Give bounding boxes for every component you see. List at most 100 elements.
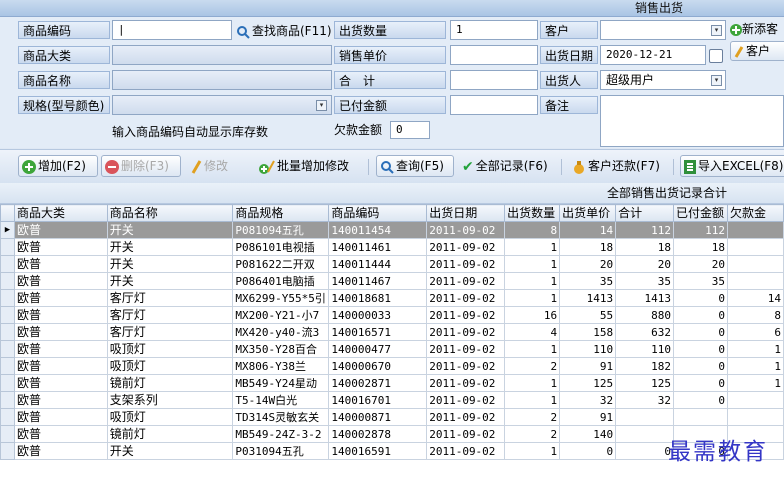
column-header[interactable]: 商品大类 <box>13 204 108 222</box>
row-indicator[interactable] <box>0 442 15 460</box>
column-header[interactable]: 合计 <box>615 204 674 222</box>
row-indicator[interactable] <box>0 340 15 358</box>
table-cell: 0 <box>672 357 728 375</box>
records-grid: 全部销售出货记录合计 商品大类 商品名称 商品规格 商品编码 出货日期 出货数量 出货单价合… <box>0 183 784 479</box>
toolbar-separator <box>561 159 562 175</box>
customer-select[interactable] <box>600 20 726 40</box>
row-indicator[interactable] <box>0 323 15 341</box>
column-header[interactable]: 商品编码 <box>328 204 428 222</box>
row-indicator[interactable] <box>0 408 15 426</box>
table-cell: 20 <box>559 255 617 273</box>
spec-dropdown-icon[interactable]: ▾ <box>316 100 327 111</box>
find-product-label: 查找商品(F11) <box>252 24 332 38</box>
table-row[interactable]: 欧普 开关 P081622二开双 140011444 2011-09-02 1 20 20 20 <box>0 255 784 273</box>
paid-input[interactable] <box>450 95 538 115</box>
table-cell: 2 <box>504 357 561 375</box>
search-icon <box>237 25 250 39</box>
table-cell <box>672 408 728 426</box>
batch-edit-button[interactable]: 批量增加修改 <box>255 155 367 177</box>
add-button[interactable]: 增加(F2) <box>18 155 98 177</box>
table-cell: 0 <box>559 442 617 460</box>
table-row[interactable]: 欧普 镜前灯 MB549-24Z-3-2 140002878 2011-09-02 2 14… <box>0 425 784 443</box>
column-header[interactable]: 欠款金 <box>726 204 784 222</box>
table-row[interactable]: 欧普 吸顶灯 MX806-Y38兰 140000670 2011-09-02 2 91 182… <box>0 357 784 375</box>
table-row[interactable]: 欧普 支架系列 T5-14W白光 140016701 2011-09-02 1 32 32 0 <box>0 391 784 409</box>
table-cell: 35 <box>672 272 728 290</box>
row-indicator[interactable] <box>0 357 15 375</box>
table-row[interactable]: 欧普 吸顶灯 TD314S灵敏玄关 140000871 2011-09-02 2 91 <box>0 408 784 426</box>
table-row[interactable]: 欧普 客厅灯 MX6299-Y55*5引 140018681 2011-09-02 1 14… <box>0 289 784 307</box>
column-header[interactable]: 商品规格 <box>232 204 330 222</box>
find-product-button[interactable]: 查找商品(F11) <box>236 22 332 40</box>
customer-button-label: 客户 <box>746 44 771 58</box>
row-indicator[interactable] <box>0 306 15 324</box>
table-cell: 2011-09-02 <box>426 272 506 290</box>
table-cell: MX6299-Y55*5引 <box>232 289 330 307</box>
table-row[interactable]: 欧普 客厅灯 MX200-Y21-小7 140000033 2011-09-02 16 55… <box>0 306 784 324</box>
table-cell: 1 <box>504 340 561 358</box>
column-header[interactable]: 已付金额 <box>672 204 728 222</box>
remark-label: 备注 <box>540 96 598 114</box>
unit-price-input[interactable] <box>450 45 538 65</box>
table-cell <box>726 221 784 239</box>
date-checkbox[interactable] <box>709 49 723 63</box>
table-cell: MX806-Y38兰 <box>232 357 330 375</box>
query-button[interactable]: 查询(F5) <box>376 155 454 177</box>
edit-button[interactable]: 修改 <box>186 155 246 177</box>
product-code-input[interactable]: | <box>112 20 232 40</box>
table-row[interactable]: 欧普 客厅灯 MX420-y40-流3 140016571 2011-09-02 4 158… <box>0 323 784 341</box>
table-cell: 1 <box>504 391 561 409</box>
category-field <box>112 45 332 65</box>
out-date-input[interactable]: 2020-12-21 <box>600 45 706 65</box>
table-cell: 2011-09-02 <box>426 323 506 341</box>
current-row-arrow-icon[interactable]: ▶ <box>0 221 15 239</box>
row-indicator[interactable] <box>0 238 15 256</box>
table-cell: 140 <box>559 425 617 443</box>
out-qty-label: 出货数量 <box>334 21 446 39</box>
table-cell: 欧普 <box>13 408 108 426</box>
customer-dropdown-icon[interactable]: ▾ <box>711 25 722 36</box>
total-field[interactable] <box>450 70 538 90</box>
column-header[interactable]: 出货单价 <box>559 204 617 222</box>
table-cell: MB549-Y24星动 <box>232 374 330 392</box>
table-cell: 112 <box>672 221 728 239</box>
operator-dropdown-icon[interactable]: ▾ <box>711 75 722 86</box>
table-cell: TD314S灵敏玄关 <box>232 408 330 426</box>
row-indicator[interactable] <box>0 255 15 273</box>
out-qty-input[interactable]: 1 <box>450 20 538 40</box>
column-header[interactable]: 出货日期 <box>426 204 506 222</box>
row-indicator[interactable] <box>0 425 15 443</box>
table-cell: 1 <box>726 374 784 392</box>
table-cell: 2011-09-02 <box>426 374 506 392</box>
delete-button[interactable]: 删除(F3) <box>101 155 181 177</box>
column-header[interactable]: 商品名称 <box>106 204 234 222</box>
all-records-button[interactable]: ✔ 全部记录(F6) <box>458 155 558 177</box>
table-cell: 158 <box>559 323 617 341</box>
row-indicator[interactable] <box>0 289 15 307</box>
table-row[interactable]: 欧普 开关 P031094五孔 140016591 2011-09-02 1 0 0 0 <box>0 442 784 460</box>
customer-payment-button[interactable]: 客户还款(F7) <box>568 155 670 177</box>
table-row[interactable]: 欧普 开关 P086401电脑插 140011467 2011-09-02 1 35 35 35 <box>0 272 784 290</box>
table-row[interactable]: 欧普 吸顶灯 MX350-Y28百合 140000477 2011-09-02 1 110 1… <box>0 340 784 358</box>
table-row[interactable]: ▶ 欧普 开关 P081094五孔 140011454 2011-09-02 8 14 112 1… <box>0 221 784 239</box>
spec-select[interactable] <box>112 95 332 115</box>
customer-button[interactable]: 客户 <box>730 41 784 61</box>
table-cell: 镜前灯 <box>106 374 234 392</box>
row-indicator[interactable] <box>0 374 15 392</box>
table-row[interactable]: 欧普 镜前灯 MB549-Y24星动 140002871 2011-09-02 1 125 1… <box>0 374 784 392</box>
column-header[interactable]: 出货数量 <box>504 204 561 222</box>
table-row[interactable]: 欧普 开关 P086101电视插 140011461 2011-09-02 1 18 18 18 <box>0 238 784 256</box>
table-cell: 欧普 <box>13 272 108 290</box>
table-cell: 4 <box>504 323 561 341</box>
table-cell: 1 <box>504 272 561 290</box>
edit-button-label: 修改 <box>204 159 229 173</box>
add-customer-button[interactable]: 新添客 <box>730 20 778 38</box>
remark-textarea[interactable] <box>600 95 784 147</box>
export-excel-button[interactable]: 导入EXCEL(F8) <box>680 155 784 177</box>
operator-select[interactable]: 超级用户 <box>600 70 726 90</box>
table-cell: 35 <box>615 272 674 290</box>
table-cell: 2011-09-02 <box>426 391 506 409</box>
row-indicator[interactable] <box>0 272 15 290</box>
table-cell: 18 <box>672 238 728 256</box>
row-indicator[interactable] <box>0 391 15 409</box>
